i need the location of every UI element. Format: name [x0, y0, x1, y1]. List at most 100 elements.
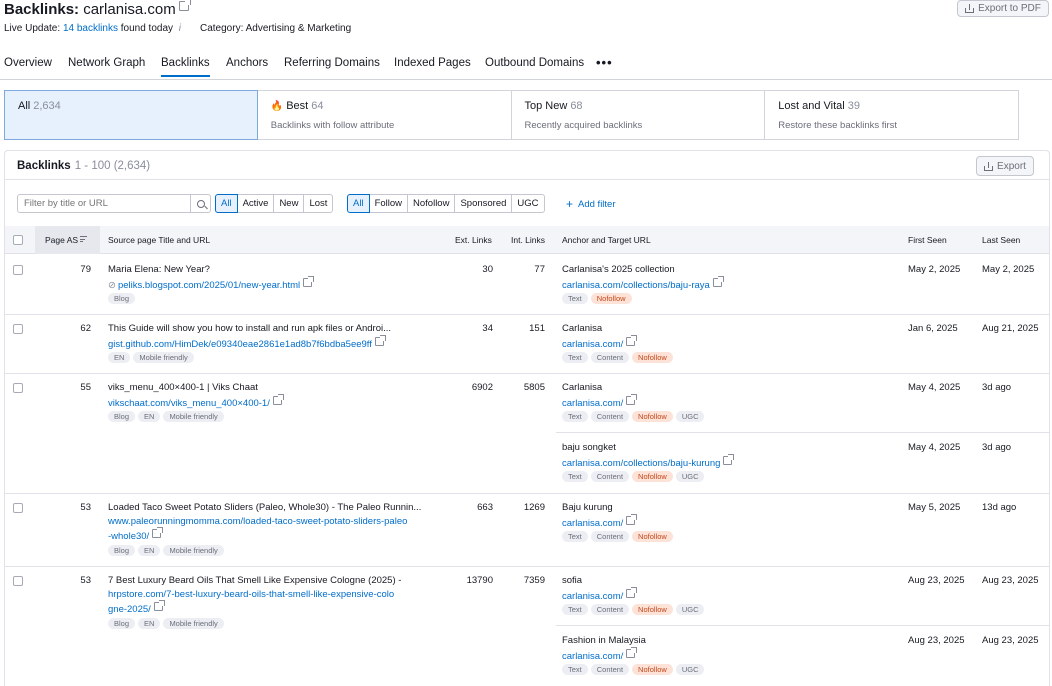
status-filter-lost[interactable]: Lost [304, 194, 334, 213]
last-seen-value: Aug 23, 2025 [982, 575, 1039, 586]
row-checkbox[interactable] [13, 265, 23, 275]
external-link-icon[interactable] [153, 600, 165, 611]
status-filter-all[interactable]: All [215, 194, 238, 213]
panel-title: Backlinks 1 - 100 (2,634) [17, 160, 150, 172]
external-link-icon[interactable] [626, 514, 638, 525]
page-as-value: 79 [80, 264, 91, 275]
type-filter-sponsored[interactable]: Sponsored [455, 194, 513, 213]
col-page-as[interactable]: Page AS [45, 235, 88, 245]
col-ext-links[interactable]: Ext. Links [455, 235, 492, 245]
row-checkbox[interactable] [13, 383, 23, 393]
tag-blog: Blog [108, 618, 136, 629]
external-link-icon[interactable] [303, 276, 315, 287]
col-first-seen[interactable]: First Seen [908, 235, 947, 245]
row-checkbox[interactable] [13, 576, 23, 586]
export-button[interactable]: Export [976, 156, 1034, 176]
target-url[interactable]: carlanisa.com/collections/baju-kurung [562, 454, 735, 469]
source-url-cont[interactable]: -whole30/ [108, 527, 164, 542]
source-title[interactable]: Maria Elena: New Year? [108, 264, 210, 275]
row-divider [5, 314, 1049, 315]
anchor-tags: Text Content Nofollow UGC [562, 604, 705, 615]
type-filter-nofollow[interactable]: Nofollow [408, 194, 456, 213]
source-url[interactable]: gist.github.com/HimDek/e09340eae2861e1ad… [108, 335, 386, 350]
page-header: Backlinks: carlanisa.com Live Update: 14… [0, 0, 1052, 42]
tag-ugc: UGC [675, 411, 705, 422]
external-link-icon[interactable] [626, 394, 638, 405]
status-filter-active[interactable]: Active [237, 194, 275, 213]
source-url[interactable]: hrpstore.com/7-best-luxury-beard-oils-th… [108, 589, 394, 600]
export-pdf-button[interactable]: Export to PDF [957, 0, 1049, 17]
status-filter-new[interactable]: New [274, 194, 305, 213]
source-url-text: vikschaat.com/viks_menu_400×400-1/ [108, 398, 270, 409]
row-checkbox[interactable] [13, 503, 23, 513]
tab-indexed-pages[interactable]: Indexed Pages [394, 57, 471, 69]
first-seen-value: May 4, 2025 [908, 382, 961, 393]
int-links-value: 5805 [523, 382, 545, 393]
card-lost-and-vital[interactable]: Lost and Vital 39 Restore these backlinks… [765, 90, 1020, 140]
title-domain-link[interactable]: carlanisa.com [83, 1, 176, 18]
source-title[interactable]: 7 Best Luxury Beard Oils That Smell Like… [108, 575, 401, 586]
card-best[interactable]: 🔥 Best 64 Backlinks with follow attribute [257, 90, 512, 140]
filter-search-input[interactable] [17, 194, 191, 213]
add-filter-button[interactable]: + Add filter [566, 197, 616, 211]
tab-anchors[interactable]: Anchors [226, 57, 268, 69]
external-link-icon[interactable] [626, 335, 638, 346]
tag-mobile-friendly: Mobile friendly [163, 411, 224, 422]
more-tabs-icon[interactable]: ••• [596, 55, 613, 70]
tag-mobile-friendly: Mobile friendly [163, 618, 224, 629]
tag-en: EN [138, 411, 161, 422]
anchor-tags: Text Content Nofollow UGC [562, 664, 705, 675]
tag-en: EN [138, 545, 161, 556]
col-anchor[interactable]: Anchor and Target URL [562, 235, 651, 245]
target-url[interactable]: carlanisa.com/ [562, 335, 638, 350]
external-link-icon[interactable] [178, 0, 191, 11]
tab-network-graph[interactable]: Network Graph [68, 57, 145, 69]
tag-en: EN [108, 352, 131, 363]
external-link-icon[interactable] [626, 587, 638, 598]
source-title[interactable]: This Guide will show you how to install … [108, 323, 391, 334]
external-link-icon[interactable] [723, 454, 735, 465]
external-link-icon[interactable] [626, 647, 638, 658]
select-all-checkbox[interactable] [13, 235, 23, 245]
page-as-value: 55 [80, 382, 91, 393]
info-icon[interactable]: i [179, 23, 181, 34]
external-link-icon[interactable] [374, 335, 386, 346]
col-int-links[interactable]: Int. Links [511, 235, 545, 245]
page-as-value: 62 [80, 323, 91, 334]
source-url-cont[interactable]: gne-2025/ [108, 600, 165, 615]
col-last-seen[interactable]: Last Seen [982, 235, 1020, 245]
last-seen-value: 3d ago [982, 442, 1012, 453]
col-source[interactable]: Source page Title and URL [108, 235, 210, 245]
tab-overview[interactable]: Overview [4, 57, 52, 69]
row-divider [5, 373, 1049, 374]
tab-backlinks[interactable]: Backlinks [161, 57, 210, 77]
source-url[interactable]: www.paleorunningmomma.com/loaded-taco-sw… [108, 516, 407, 527]
export-label: Export [997, 160, 1026, 172]
target-url[interactable]: carlanisa.com/collections/baju-raya [562, 276, 724, 291]
source-title[interactable]: viks_menu_400×400-1 | Viks Chaat [108, 382, 258, 393]
tag-content: Content [590, 352, 630, 363]
source-url[interactable]: vikschaat.com/viks_menu_400×400-1/ [108, 394, 284, 409]
type-filter-all[interactable]: All [347, 194, 370, 213]
page-as-value: 53 [80, 575, 91, 586]
filter-search-button[interactable] [191, 194, 211, 213]
card-all[interactable]: All 2,634 [4, 90, 258, 140]
external-link-icon[interactable] [152, 527, 164, 538]
tab-referring-domains[interactable]: Referring Domains [284, 57, 380, 69]
source-url[interactable]: ⊘ peliks.blogspot.com/2025/01/new-year.ht… [108, 276, 315, 291]
external-link-icon[interactable] [272, 394, 284, 405]
type-filter-follow[interactable]: Follow [369, 194, 409, 213]
live-update-link[interactable]: 14 backlinks [63, 23, 118, 34]
row-checkbox[interactable] [13, 324, 23, 334]
row-divider [5, 566, 1049, 567]
source-title[interactable]: Loaded Taco Sweet Potato Sliders (Paleo,… [108, 502, 421, 513]
external-link-icon[interactable] [712, 276, 724, 287]
target-url[interactable]: carlanisa.com/ [562, 647, 638, 662]
tab-outbound-domains[interactable]: Outbound Domains [485, 57, 584, 69]
anchor-tags: Text Nofollow [562, 293, 632, 304]
card-top-new[interactable]: Top New 68 Recently acquired backlinks [511, 90, 766, 140]
target-url[interactable]: carlanisa.com/ [562, 587, 638, 602]
target-url[interactable]: carlanisa.com/ [562, 514, 638, 529]
target-url[interactable]: carlanisa.com/ [562, 394, 638, 409]
type-filter-ugc[interactable]: UGC [512, 194, 545, 213]
